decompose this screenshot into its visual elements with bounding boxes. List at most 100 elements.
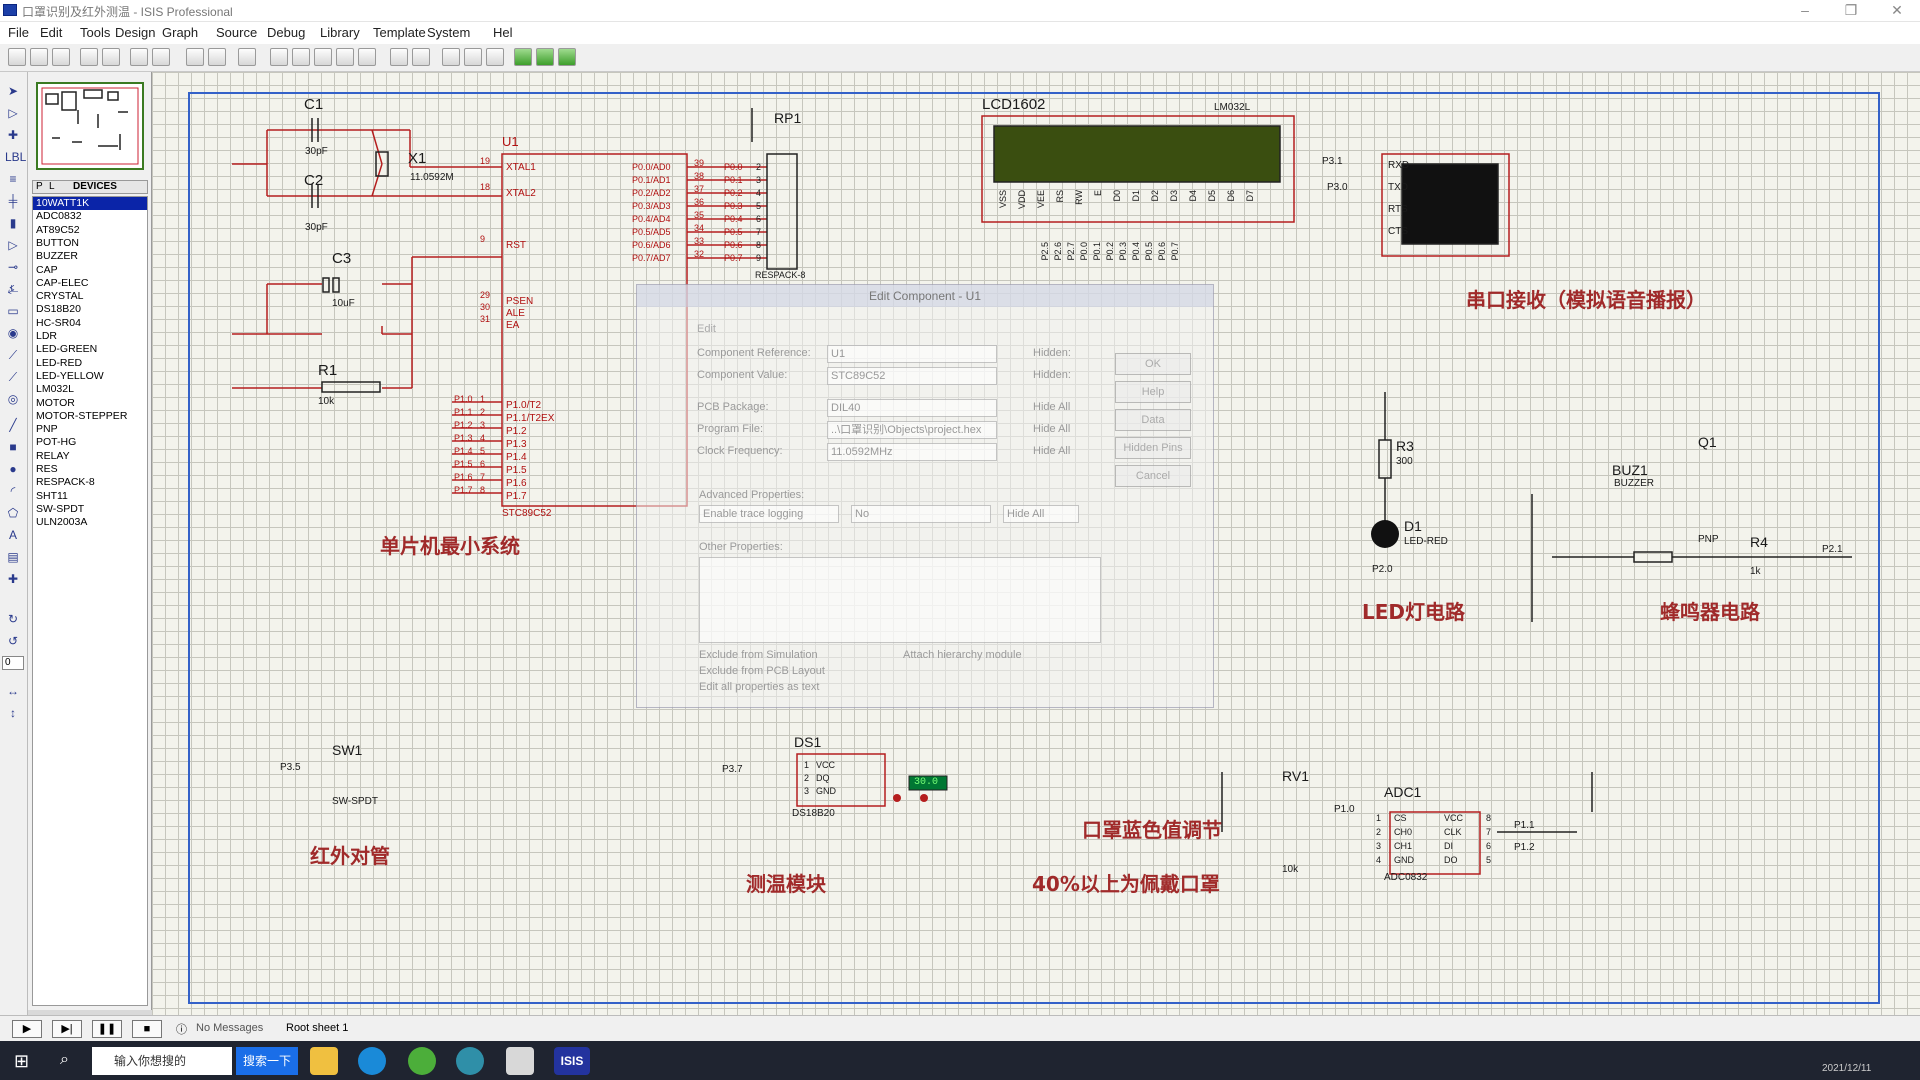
device-list-item[interactable]: 10WATT1K: [33, 197, 147, 210]
block-rotate-icon[interactable]: [558, 48, 576, 66]
component-mode-icon[interactable]: ▷: [5, 106, 21, 120]
c3-ref[interactable]: C3: [332, 250, 351, 267]
new-file-icon[interactable]: [8, 48, 26, 66]
menu-graph[interactable]: Source: [216, 25, 257, 40]
device-list-item[interactable]: HC-SR04: [33, 317, 147, 330]
u1-ref[interactable]: U1: [502, 134, 519, 149]
import-icon[interactable]: [80, 48, 98, 66]
dialog-field-option[interactable]: Hide All: [1033, 401, 1070, 413]
c2-ref[interactable]: C2: [304, 172, 323, 189]
dialog-checkbox[interactable]: Edit all properties as text: [699, 681, 819, 693]
advanced-hide-select[interactable]: Hide All: [1003, 505, 1079, 523]
arc-icon[interactable]: ◜: [5, 484, 21, 498]
c1-ref[interactable]: C1: [304, 96, 323, 113]
device-list-item[interactable]: POT-HG: [33, 436, 147, 449]
tab-pick-device[interactable]: P: [36, 181, 43, 192]
device-list-item[interactable]: AT89C52: [33, 224, 147, 237]
menu-design[interactable]: Graph: [162, 25, 198, 40]
r1-ref[interactable]: R1: [318, 362, 337, 379]
pan-icon[interactable]: [270, 48, 288, 66]
open-file-icon[interactable]: [30, 48, 48, 66]
redraw-icon[interactable]: [186, 48, 204, 66]
step-button[interactable]: ▶|: [52, 1020, 82, 1038]
origin-icon[interactable]: [238, 48, 256, 66]
adc1-ref[interactable]: ADC1: [1384, 784, 1421, 800]
grid-icon[interactable]: [208, 48, 226, 66]
block-move-icon[interactable]: [536, 48, 554, 66]
device-list-item[interactable]: LED-RED: [33, 357, 147, 370]
r3-ref[interactable]: R3: [1396, 438, 1414, 454]
device-list-item[interactable]: CRYSTAL: [33, 290, 147, 303]
x1-ref[interactable]: X1: [408, 150, 426, 167]
device-list-item[interactable]: CAP-ELEC: [33, 277, 147, 290]
mirror-x-icon[interactable]: ↔: [5, 684, 21, 698]
rp1-ref[interactable]: RP1: [774, 110, 801, 126]
dialog-button-hidden-pins[interactable]: Hidden Pins: [1115, 437, 1191, 459]
instrument-icon[interactable]: ◎: [5, 392, 21, 406]
device-list-item[interactable]: RESPACK-8: [33, 476, 147, 489]
device-list-item[interactable]: BUZZER: [33, 250, 147, 263]
line-icon[interactable]: ╱: [5, 418, 21, 432]
ds1-ref[interactable]: DS1: [794, 734, 821, 750]
print-area-icon[interactable]: [152, 48, 170, 66]
export-icon[interactable]: [102, 48, 120, 66]
marker-icon[interactable]: ✚: [5, 572, 21, 586]
block-copy-icon[interactable]: [514, 48, 532, 66]
q1-ref[interactable]: Q1: [1698, 434, 1717, 450]
play-button[interactable]: ▶: [12, 1020, 42, 1038]
copy-icon[interactable]: [464, 48, 482, 66]
menu-library[interactable]: Template: [373, 25, 426, 40]
tape-icon[interactable]: ▭: [5, 304, 21, 318]
minimize-button[interactable]: –: [1782, 0, 1828, 22]
sw1-ref[interactable]: SW1: [332, 742, 362, 758]
dialog-button-ok[interactable]: OK: [1115, 353, 1191, 375]
isis-taskbar-icon[interactable]: ISIS: [554, 1047, 590, 1075]
menu-system[interactable]: Hel: [493, 25, 513, 40]
save-file-icon[interactable]: [52, 48, 70, 66]
device-pin-icon[interactable]: ⊸: [5, 260, 21, 274]
menu-tools[interactable]: Design: [115, 25, 155, 40]
document-app-icon[interactable]: [506, 1047, 534, 1075]
close-button[interactable]: ✕: [1874, 0, 1920, 22]
device-list-item[interactable]: SW-SPDT: [33, 503, 147, 516]
device-list-item[interactable]: SHT11: [33, 490, 147, 503]
browser-icon[interactable]: [456, 1047, 484, 1075]
overview-window[interactable]: [36, 82, 144, 170]
subcircuit-icon[interactable]: ▮: [5, 216, 21, 230]
dialog-field-input[interactable]: ..\口罩识别\Objects\project.hex: [827, 421, 997, 439]
zoom-in-icon[interactable]: [292, 48, 310, 66]
restore-button[interactable]: ❐: [1828, 0, 1874, 22]
rotate-cw-icon[interactable]: ↻: [5, 612, 21, 626]
windows-start-icon[interactable]: ⊞: [14, 1051, 34, 1071]
rotate-ccw-icon[interactable]: ↺: [5, 634, 21, 648]
menu-file[interactable]: File: [8, 25, 29, 40]
device-list-item[interactable]: RES: [33, 463, 147, 476]
device-list-item[interactable]: LED-GREEN: [33, 343, 147, 356]
file-explorer-icon[interactable]: [310, 1047, 338, 1075]
device-list-item[interactable]: PNP: [33, 423, 147, 436]
path-icon[interactable]: ⬠: [5, 506, 21, 520]
device-list-item[interactable]: LED-YELLOW: [33, 370, 147, 383]
dialog-checkbox-hierarchy[interactable]: Attach hierarchy module: [903, 649, 1022, 661]
device-list-item[interactable]: CAP: [33, 264, 147, 277]
device-list-item[interactable]: MOTOR: [33, 397, 147, 410]
generator-icon[interactable]: ◉: [5, 326, 21, 340]
zoom-all-icon[interactable]: [336, 48, 354, 66]
dialog-button-cancel[interactable]: Cancel: [1115, 465, 1191, 487]
dialog-field-input[interactable]: STC89C52: [827, 367, 997, 385]
device-list-item[interactable]: RELAY: [33, 450, 147, 463]
advanced-property-select[interactable]: Enable trace logging: [699, 505, 839, 523]
tab-library[interactable]: L: [49, 181, 55, 192]
edge-browser-icon[interactable]: [358, 1047, 386, 1075]
device-list-item[interactable]: LM032L: [33, 383, 147, 396]
taskbar-search-input[interactable]: 输入你想搜的: [92, 1047, 232, 1075]
zoom-area-icon[interactable]: [358, 48, 376, 66]
other-properties-textarea[interactable]: [699, 557, 1101, 643]
device-list-item[interactable]: BUTTON: [33, 237, 147, 250]
current-probe-icon[interactable]: ⟋: [5, 370, 21, 384]
wechat-icon[interactable]: [408, 1047, 436, 1075]
dialog-field-option[interactable]: Hide All: [1033, 423, 1070, 435]
symbol-icon[interactable]: ▤: [5, 550, 21, 564]
menu-template[interactable]: System: [427, 25, 470, 40]
device-list-item[interactable]: ADC0832: [33, 210, 147, 223]
